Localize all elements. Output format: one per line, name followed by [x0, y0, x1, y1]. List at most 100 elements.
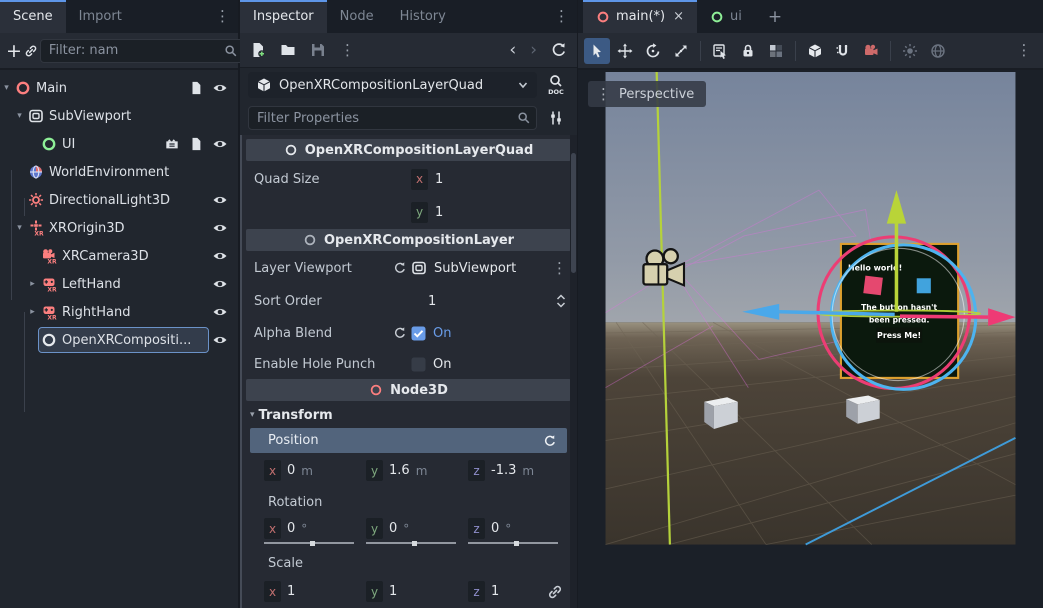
add-node-button[interactable]: + [6, 38, 22, 64]
rotation-x-field[interactable]: x 0 ° [264, 518, 360, 539]
selectable-list-button[interactable] [707, 38, 733, 64]
scale-x-field[interactable]: x 1 [264, 581, 360, 602]
expand-icon[interactable]: ▸ [26, 279, 39, 289]
visibility-toggle[interactable] [208, 132, 232, 156]
scale-y-field[interactable]: y 1 [366, 581, 462, 602]
tree-row-xrorigin3d[interactable]: ▾ XR XROrigin3D [0, 214, 238, 242]
tab-import[interactable]: Import [66, 0, 135, 33]
tree-row-xrcamera3d[interactable]: XR XRCamera3D [0, 242, 238, 270]
position-z-field[interactable]: z -1.3 m [468, 460, 564, 481]
rotation-slider[interactable] [264, 542, 354, 544]
tab-scene[interactable]: Scene [0, 0, 66, 33]
rotation-z-field[interactable]: z 0 ° [468, 518, 564, 539]
select-mode-button[interactable] [584, 38, 610, 64]
scene-filter-input[interactable] [40, 39, 244, 63]
tab-inspector[interactable]: Inspector [240, 0, 327, 33]
collapse-icon[interactable]: ▾ [0, 83, 13, 93]
link-scale-icon[interactable] [547, 584, 563, 600]
scene-tree[interactable]: ▾ Main ▾ SubViewport UI [0, 70, 238, 354]
slider-handle[interactable] [514, 541, 519, 546]
tab-history[interactable]: History [387, 0, 459, 33]
revert-button[interactable] [389, 261, 411, 275]
visibility-toggle[interactable] [208, 300, 232, 324]
resource-menu-icon[interactable]: ⋮ [340, 43, 355, 58]
new-scene-tab-button[interactable]: + [755, 0, 795, 33]
snap-button[interactable] [830, 38, 856, 64]
preview-camera-button[interactable] [858, 38, 884, 64]
tree-row-righthand[interactable]: ▸ XR RightHand [0, 298, 238, 326]
inspector-scrollbar[interactable] [570, 135, 577, 608]
load-resource-folder-icon[interactable] [280, 42, 296, 58]
script-button[interactable] [184, 132, 208, 156]
tree-row-main[interactable]: ▾ Main [0, 74, 238, 102]
revert-icon[interactable] [543, 434, 557, 448]
rotation-y-field[interactable]: y 0 ° [366, 518, 462, 539]
open-docs-button[interactable]: DOC [543, 72, 569, 98]
node-type-dropdown[interactable]: OpenXRCompositionLayerQuad [248, 72, 537, 98]
history-back-icon[interactable]: ‹ [509, 42, 516, 59]
viewport-menu-button[interactable]: ⋮ [1011, 38, 1037, 64]
visibility-toggle[interactable] [208, 272, 232, 296]
tab-ui-scene[interactable]: ui [697, 0, 755, 33]
position-x-field[interactable]: x 0 m [264, 460, 360, 481]
collapse-icon[interactable]: ▾ [13, 223, 26, 233]
tree-row-worldenvironment[interactable]: WorldEnvironment [0, 158, 238, 186]
group-node-button[interactable] [763, 38, 789, 64]
quad-size-x-field[interactable]: 1 [435, 172, 443, 187]
property-position[interactable]: Position [250, 428, 567, 453]
stepper-icon[interactable] [555, 293, 567, 309]
checkbox-checked-icon[interactable] [411, 326, 426, 341]
rotate-mode-button[interactable] [640, 38, 666, 64]
section-node3d[interactable]: Node3D [246, 379, 571, 401]
rotation-slider[interactable] [366, 542, 456, 544]
visibility-toggle[interactable] [208, 244, 232, 268]
quad-size-y-field[interactable]: 1 [435, 205, 443, 220]
slider-handle[interactable] [310, 541, 315, 546]
scale-mode-button[interactable] [668, 38, 694, 64]
selected-tree-node[interactable]: OpenXRCompositi... [39, 328, 208, 352]
viewport-3d[interactable]: Hello world! The button hasn't been pres… [578, 72, 1043, 608]
transform-group[interactable]: ▾ Transform [246, 406, 571, 424]
checkbox-unchecked-icon[interactable] [411, 357, 426, 372]
tab-node[interactable]: Node [327, 0, 387, 33]
perspective-menu[interactable]: ⋮ Perspective [588, 81, 706, 107]
visibility-toggle[interactable] [208, 216, 232, 240]
instantiate-scene-button[interactable] [24, 38, 38, 64]
rotation-slider[interactable] [468, 542, 558, 544]
scene-cube[interactable] [846, 396, 880, 424]
environment-settings-button[interactable] [925, 38, 951, 64]
sort-order-field[interactable]: 1 [428, 294, 548, 309]
layer-viewport-value[interactable]: SubViewport ⋮ [411, 260, 567, 276]
resource-options-icon[interactable]: ⋮ [552, 261, 567, 276]
section-openxrcompositionlayer[interactable]: OpenXRCompositionLayer [246, 229, 571, 251]
edit-history-icon[interactable] [551, 42, 567, 58]
save-resource-icon[interactable] [310, 42, 326, 58]
tree-row-subviewport[interactable]: ▾ SubViewport [0, 102, 238, 130]
tab-main-scene[interactable]: main(*) × [583, 0, 697, 33]
position-y-field[interactable]: y 1.6 m [366, 460, 462, 481]
revert-button[interactable] [389, 326, 411, 340]
scene-dock-menu-icon[interactable]: ⋮ [215, 9, 230, 24]
local-space-button[interactable] [802, 38, 828, 64]
inspector-dock-menu-icon[interactable]: ⋮ [554, 9, 569, 24]
property-filter-input[interactable] [248, 106, 537, 130]
close-tab-icon[interactable]: × [673, 9, 684, 24]
tree-row-directionallight3d[interactable]: DirectionalLight3D [0, 186, 238, 214]
collapse-icon[interactable]: ▾ [13, 111, 26, 121]
tree-row-ui[interactable]: UI [0, 130, 238, 158]
section-openxrcompositionlayerquad[interactable]: OpenXRCompositionLayerQuad [246, 139, 571, 161]
gizmo-x-axis-arrow[interactable] [900, 316, 988, 317]
lock-node-button[interactable] [735, 38, 761, 64]
script-button[interactable] [184, 76, 208, 100]
history-forward-icon[interactable]: › [530, 42, 537, 59]
preview-button[interactable] [160, 132, 184, 156]
visibility-toggle[interactable] [208, 76, 232, 100]
tree-row-lefthand[interactable]: ▸ XR LeftHand [0, 270, 238, 298]
tree-row-openxrcomposition[interactable]: OpenXRCompositi... [0, 326, 238, 354]
move-mode-button[interactable] [612, 38, 638, 64]
scene-render[interactable]: Hello world! The button hasn't been pres… [578, 72, 1043, 608]
new-resource-icon[interactable] [250, 42, 266, 58]
visibility-toggle[interactable] [208, 188, 232, 212]
visibility-toggle[interactable] [208, 328, 232, 352]
inspector-tools-button[interactable] [543, 105, 569, 131]
